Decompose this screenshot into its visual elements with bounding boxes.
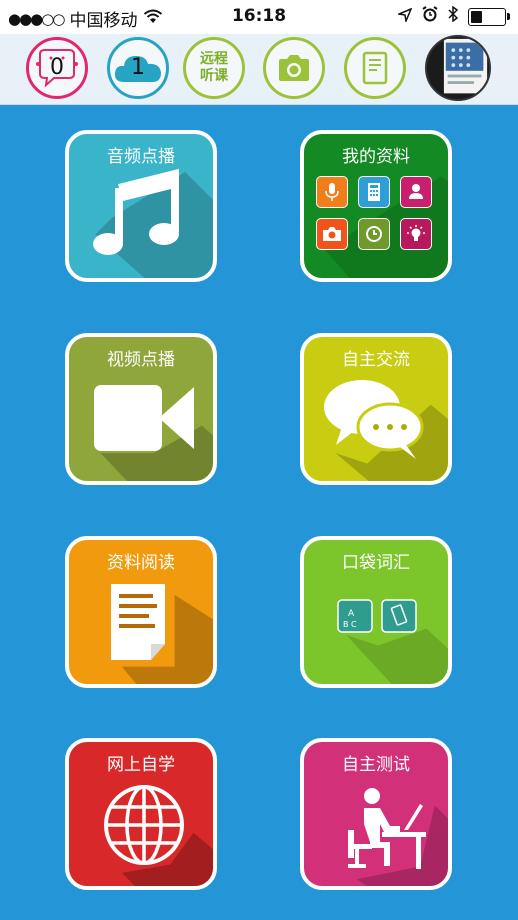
microphone-icon <box>316 176 348 208</box>
tile-label: 网上自学 <box>107 755 175 775</box>
tile-label: 自主测试 <box>342 755 410 775</box>
my-data-grid-icon <box>316 176 436 250</box>
chat-bubbles-icon <box>324 380 424 459</box>
tile-material-reading[interactable]: 资料阅读 <box>65 536 217 688</box>
book-icon <box>362 51 388 85</box>
camera-icon <box>279 55 309 81</box>
notebook-button[interactable] <box>344 37 406 99</box>
globe-icon <box>104 785 184 865</box>
user-profile-icon <box>400 176 432 208</box>
cloud-button[interactable]: 1 <box>107 37 169 99</box>
svg-text:B C: B C <box>343 620 357 629</box>
location-arrow-icon <box>396 7 413 27</box>
bluetooth-icon <box>448 5 459 27</box>
status-right <box>396 5 510 27</box>
battery-icon <box>468 7 510 26</box>
status-bar: ●●●○○ 中国移动 16:18 <box>0 0 518 34</box>
tile-self-communication[interactable]: 自主交流 <box>300 333 452 485</box>
tile-audio-on-demand[interactable]: 音频点播 <box>65 130 217 282</box>
cloud-count: 1 <box>131 55 145 80</box>
vocabulary-cards-icon: A B C <box>337 599 417 633</box>
tile-label: 视频点播 <box>107 350 175 370</box>
messages-button[interactable]: 0 <box>26 37 88 99</box>
camera-button[interactable] <box>263 37 325 99</box>
person-at-desk-icon <box>348 788 426 869</box>
document-icon <box>111 584 165 660</box>
tile-label: 自主交流 <box>342 350 410 370</box>
tile-label: 我的资料 <box>342 147 410 167</box>
history-icon <box>358 218 390 250</box>
tile-label: 资料阅读 <box>107 553 175 573</box>
video-camera-icon <box>94 385 194 451</box>
top-toolbar: 0 1 远程 听课 <box>0 34 518 105</box>
svg-text:A: A <box>348 609 355 619</box>
messages-count: 0 <box>50 55 64 80</box>
tile-self-test[interactable]: 自主测试 <box>300 738 452 890</box>
music-note-icon <box>93 168 179 255</box>
alarm-clock-icon <box>422 6 438 27</box>
photo-camera-icon <box>316 218 348 250</box>
tile-my-data[interactable]: 我的资料 <box>300 130 452 282</box>
user-avatar[interactable] <box>425 35 491 101</box>
avatar-phone-image <box>427 37 489 99</box>
tile-label: 音频点播 <box>107 147 175 167</box>
calculator-icon <box>358 176 390 208</box>
tile-pocket-vocabulary[interactable]: 口袋词汇 A B C <box>300 536 452 688</box>
remote-lecture-button[interactable]: 远程 听课 <box>183 37 245 99</box>
tile-online-self-study[interactable]: 网上自学 <box>65 738 217 890</box>
remote-lecture-label: 远程 听课 <box>200 51 228 84</box>
tile-video-on-demand[interactable]: 视频点播 <box>65 333 217 485</box>
lightbulb-icon <box>400 218 432 250</box>
tile-label: 口袋词汇 <box>342 553 410 573</box>
